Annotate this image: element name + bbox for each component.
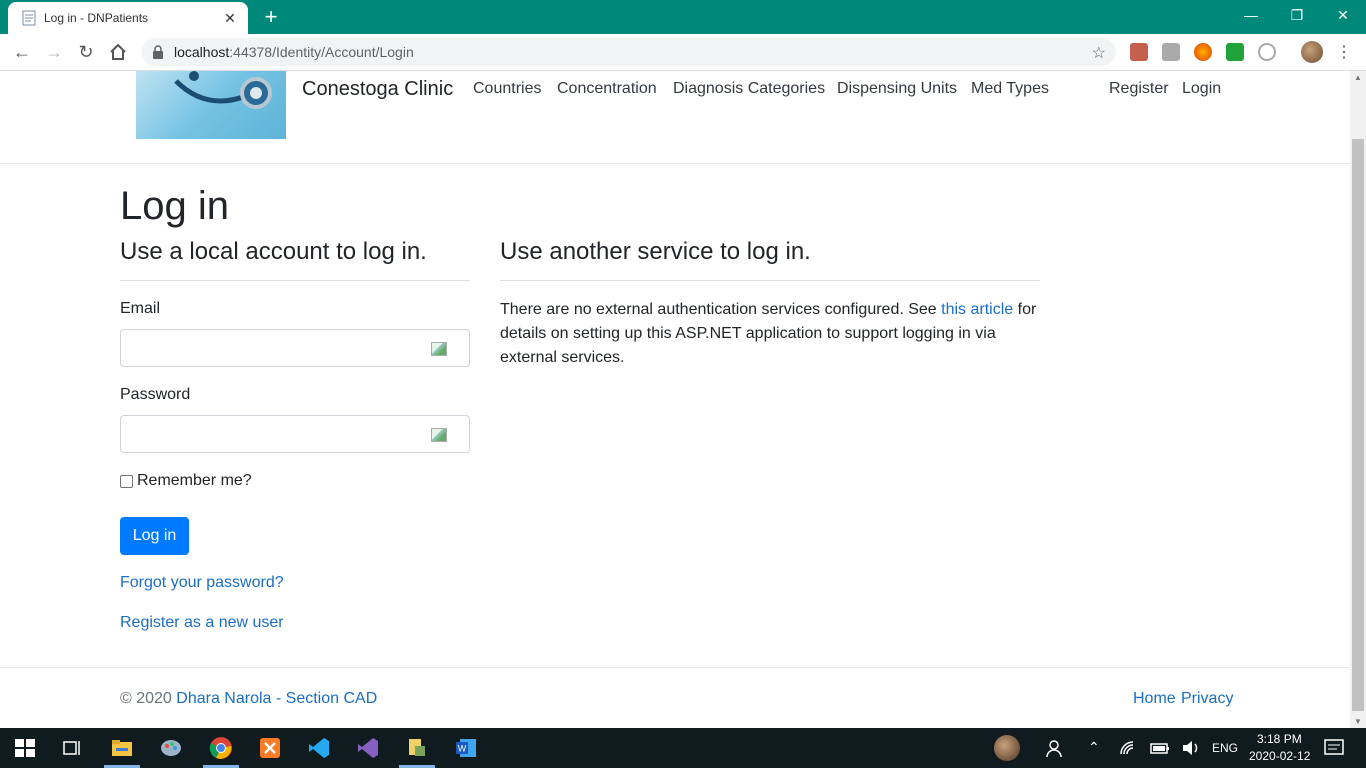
back-arrow-icon[interactable]: ← bbox=[10, 40, 34, 64]
battery-icon[interactable] bbox=[1148, 736, 1172, 760]
divider bbox=[500, 280, 1040, 281]
address-bar[interactable]: localhost:44378/Identity/Account/Login ☆ bbox=[142, 38, 1116, 66]
sql-tools-icon[interactable] bbox=[405, 736, 429, 760]
volume-icon[interactable] bbox=[1179, 736, 1203, 760]
nav-login[interactable]: Login bbox=[1182, 80, 1221, 98]
vs-code-icon[interactable] bbox=[307, 736, 331, 760]
page-icon bbox=[22, 10, 36, 26]
external-service-heading: Use another service to log in. bbox=[500, 238, 811, 265]
password-field[interactable] bbox=[120, 415, 470, 453]
email-field[interactable] bbox=[120, 329, 470, 367]
task-view-icon[interactable] bbox=[60, 736, 84, 760]
scroll-thumb[interactable] bbox=[1352, 139, 1364, 711]
visual-studio-icon[interactable] bbox=[356, 736, 380, 760]
home-icon[interactable] bbox=[106, 40, 130, 64]
svg-text:W: W bbox=[458, 744, 467, 754]
new-tab-button[interactable]: + bbox=[260, 6, 282, 28]
browser-titlebar: Log in - DNPatients ✕ + — ❐ ✕ bbox=[0, 0, 1366, 34]
nav-dispensing-units[interactable]: Dispensing Units bbox=[837, 80, 957, 98]
nav-concentration[interactable]: Concentration bbox=[557, 80, 657, 98]
people-icon[interactable] bbox=[1044, 736, 1068, 760]
remember-me-label[interactable]: Remember me? bbox=[137, 472, 252, 490]
clock-date[interactable]: 2020-02-12 bbox=[1249, 749, 1310, 763]
bookmark-star-icon[interactable]: ☆ bbox=[1092, 43, 1106, 63]
article-link[interactable]: this article bbox=[941, 301, 1013, 318]
clock-time[interactable]: 3:18 PM bbox=[1257, 732, 1302, 746]
restore-button[interactable]: ❐ bbox=[1274, 0, 1320, 30]
user-avatar[interactable] bbox=[994, 735, 1020, 761]
author-link[interactable]: Dhara Narola - Section CAD bbox=[176, 690, 377, 707]
language-indicator[interactable]: ENG bbox=[1212, 741, 1238, 755]
fire-extension-icon[interactable] bbox=[1194, 43, 1212, 61]
footer-privacy-link[interactable]: Privacy bbox=[1181, 690, 1233, 708]
menu-kebab-icon[interactable]: ⋮ bbox=[1336, 42, 1352, 62]
lock-icon bbox=[153, 45, 163, 59]
headphones-extension-icon[interactable] bbox=[1258, 43, 1276, 61]
register-new-user-link[interactable]: Register as a new user bbox=[120, 614, 284, 632]
xampp-icon[interactable] bbox=[258, 736, 282, 760]
tab-title: Log in - DNPatients bbox=[44, 11, 149, 25]
windows-start-icon[interactable] bbox=[13, 736, 37, 760]
stethoscope-logo-image[interactable] bbox=[136, 71, 286, 139]
scroll-up-icon[interactable]: ▲ bbox=[1354, 73, 1362, 82]
word-icon[interactable]: W bbox=[454, 736, 478, 760]
url-text: localhost:44378/Identity/Account/Login bbox=[174, 44, 414, 60]
check-extension-icon[interactable] bbox=[1226, 43, 1244, 61]
page-title: Log in bbox=[120, 184, 229, 228]
page-viewport: Conestoga Clinic Countries Concentration… bbox=[0, 71, 1350, 728]
extension-icon[interactable] bbox=[1162, 43, 1180, 61]
local-account-heading: Use a local account to log in. bbox=[120, 238, 427, 265]
reload-icon[interactable]: ↻ bbox=[74, 40, 98, 64]
windows-taskbar: W ⌃ ENG 3:18 PM 2020-02-12 bbox=[0, 728, 1366, 768]
paint-icon[interactable] bbox=[159, 736, 183, 760]
page-scrollbar[interactable]: ▲ ▼ bbox=[1350, 71, 1366, 728]
tab-close-icon[interactable]: ✕ bbox=[222, 10, 238, 27]
nav-countries[interactable]: Countries bbox=[473, 80, 541, 98]
autofill-image-icon bbox=[431, 428, 447, 442]
site-header: Conestoga Clinic Countries Concentration… bbox=[0, 71, 1350, 164]
nav-diagnosis-categories[interactable]: Diagnosis Categories bbox=[673, 80, 825, 98]
copyright-text: © 2020 Dhara Narola - Section CAD bbox=[120, 690, 378, 707]
nav-register[interactable]: Register bbox=[1109, 80, 1169, 98]
browser-tab[interactable]: Log in - DNPatients ✕ bbox=[8, 2, 248, 34]
wifi-icon[interactable] bbox=[1117, 736, 1141, 760]
footer-home-link[interactable]: Home bbox=[1133, 690, 1176, 708]
minimize-button[interactable]: — bbox=[1228, 0, 1274, 30]
tray-chevron-up-icon[interactable]: ⌃ bbox=[1088, 739, 1100, 756]
email-label: Email bbox=[120, 300, 161, 317]
brand-link[interactable]: Conestoga Clinic bbox=[302, 78, 453, 101]
chrome-icon[interactable] bbox=[209, 736, 233, 760]
forgot-password-link[interactable]: Forgot your password? bbox=[120, 574, 284, 592]
site-footer: © 2020 Dhara Narola - Section CAD Home P… bbox=[0, 667, 1350, 728]
close-window-button[interactable]: ✕ bbox=[1320, 0, 1366, 30]
login-button[interactable]: Log in bbox=[120, 517, 189, 555]
autofill-image-icon bbox=[431, 342, 447, 356]
external-auth-message: There are no external authentication ser… bbox=[500, 301, 1037, 366]
divider bbox=[120, 280, 470, 281]
browser-toolbar: ← → ↻ localhost:44378/Identity/Account/L… bbox=[0, 34, 1366, 71]
nav-med-types[interactable]: Med Types bbox=[971, 80, 1049, 98]
forward-arrow-icon[interactable]: → bbox=[42, 40, 66, 64]
remember-me-checkbox[interactable] bbox=[120, 475, 133, 488]
password-label: Password bbox=[120, 386, 191, 403]
profile-avatar[interactable] bbox=[1301, 41, 1323, 63]
pdf-extension-icon[interactable] bbox=[1130, 43, 1148, 61]
scroll-down-icon[interactable]: ▼ bbox=[1354, 717, 1362, 726]
notifications-icon[interactable] bbox=[1322, 736, 1346, 760]
file-explorer-icon[interactable] bbox=[110, 736, 134, 760]
